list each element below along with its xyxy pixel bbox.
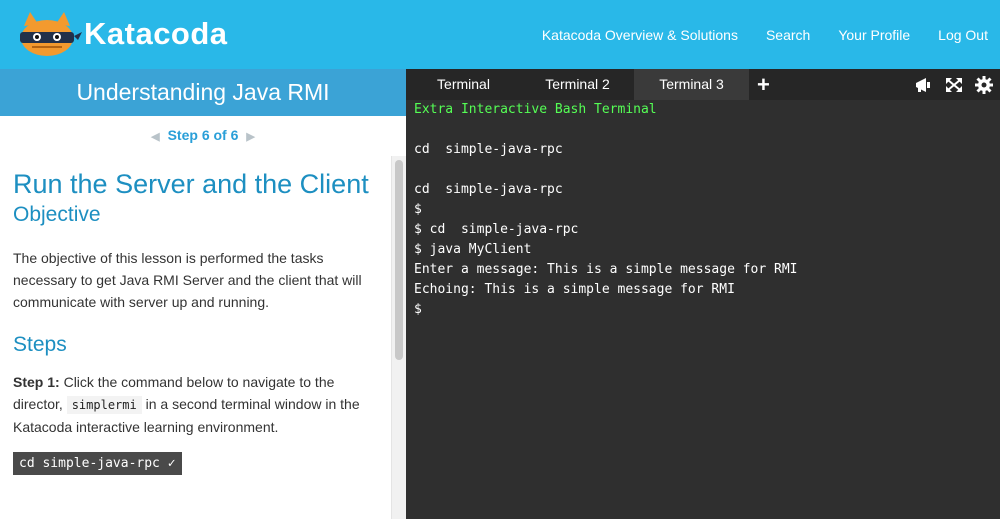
- terminal-line: Echoing: This is a simple message for RM…: [414, 282, 735, 297]
- scroll-thumb[interactable]: [395, 160, 403, 360]
- top-navbar: Katacoda Katacoda Overview & Solutions S…: [0, 0, 1000, 69]
- tab-terminal-3[interactable]: Terminal 3: [634, 69, 749, 100]
- terminal-line: $: [414, 202, 422, 217]
- step-indicator: Step 6 of 6: [167, 127, 239, 143]
- inline-code: simplermi: [66, 396, 142, 414]
- terminal-line: $ java MyClient: [414, 242, 532, 257]
- step1-text-b: in a second terminal window in the Katac…: [13, 396, 360, 435]
- lesson-panel: Understanding Java RMI ◀ Step 6 of 6 ▶ Run…: [0, 69, 406, 519]
- step-navigator: ◀ Step 6 of 6 ▶: [0, 127, 406, 143]
- terminal-output[interactable]: Extra Interactive Bash Terminal cd simpl…: [414, 100, 994, 320]
- terminal-tabs: Terminal Terminal 2 Terminal 3 +: [406, 69, 1000, 100]
- nav-link-profile[interactable]: Your Profile: [838, 27, 910, 43]
- terminal-line: $: [414, 302, 422, 317]
- terminal-line: Enter a message: This is a simple messag…: [414, 262, 798, 277]
- steps-heading: Steps: [13, 333, 67, 356]
- copy-command-button[interactable]: cd simple-java-rpc ✓: [13, 452, 182, 475]
- brand-name[interactable]: Katacoda: [84, 16, 228, 52]
- plus-icon[interactable]: +: [757, 72, 770, 98]
- megaphone-icon[interactable]: [914, 76, 934, 94]
- step-title: Run the Server and the Client: [13, 169, 369, 199]
- gear-icon[interactable]: [974, 76, 994, 94]
- step1-label: Step 1:: [13, 374, 60, 390]
- terminal-panel: Terminal Terminal 2 Terminal 3 + Extra I…: [406, 69, 1000, 519]
- nav-link-logout[interactable]: Log Out: [938, 27, 988, 43]
- ninja-cat-logo[interactable]: [12, 12, 82, 58]
- lesson-scrollbar[interactable]: [391, 156, 406, 519]
- course-title: Understanding Java RMI: [0, 69, 406, 116]
- arrow-left-icon[interactable]: ◀: [151, 131, 159, 143]
- step1-text: Step 1: Click the command below to navig…: [13, 371, 381, 438]
- objective-heading: Objective: [13, 203, 101, 226]
- lesson-content: Run the Server and the Client Objective …: [13, 169, 381, 475]
- nav-link-search[interactable]: Search: [766, 27, 810, 43]
- arrow-right-icon[interactable]: ▶: [246, 131, 254, 143]
- objective-text: The objective of this lesson is performe…: [13, 250, 362, 310]
- tab-terminal-2[interactable]: Terminal 2: [521, 69, 634, 100]
- nav-link-overview[interactable]: Katacoda Overview & Solutions: [542, 27, 738, 43]
- terminal-line: Extra Interactive Bash Terminal: [414, 102, 657, 117]
- terminal-toolbar: [914, 76, 994, 94]
- terminal-line: cd simple-java-rpc: [414, 182, 563, 197]
- terminal-line: $ cd simple-java-rpc: [414, 222, 579, 237]
- fullscreen-icon[interactable]: [944, 76, 964, 94]
- nav-links: Katacoda Overview & Solutions Search You…: [514, 27, 988, 43]
- tab-terminal-1[interactable]: Terminal: [406, 69, 521, 100]
- terminal-line: cd simple-java-rpc: [414, 142, 563, 157]
